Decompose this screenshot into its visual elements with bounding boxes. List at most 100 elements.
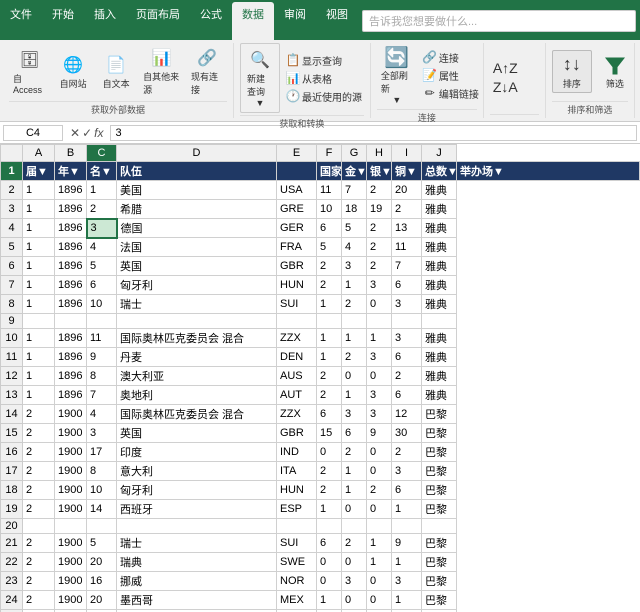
- table-cell[interactable]: 13: [392, 219, 422, 238]
- table-cell[interactable]: 2: [367, 219, 392, 238]
- table-cell[interactable]: 2: [317, 257, 342, 276]
- table-cell[interactable]: 匈牙利: [117, 481, 277, 500]
- table-cell[interactable]: 18: [342, 200, 367, 219]
- table-cell[interactable]: 巴黎: [422, 591, 457, 610]
- table-cell[interactable]: 雅典: [422, 348, 457, 367]
- table-cell[interactable]: 雅典: [422, 257, 457, 276]
- table-cell[interactable]: 1900: [55, 553, 87, 572]
- table-cell[interactable]: 2: [23, 443, 55, 462]
- table-cell[interactable]: 法国: [117, 238, 277, 257]
- btn-connections[interactable]: 🔗 连接: [420, 49, 482, 66]
- btn-sort-az[interactable]: A↑Z: [490, 59, 521, 77]
- table-cell[interactable]: 1896: [55, 200, 87, 219]
- table-cell[interactable]: 1: [23, 257, 55, 276]
- table-cell[interactable]: ITA: [277, 462, 317, 481]
- table-cell[interactable]: 0: [367, 572, 392, 591]
- table-cell[interactable]: 3: [367, 276, 392, 295]
- table-cell[interactable]: 巴黎: [422, 462, 457, 481]
- table-cell[interactable]: 1: [23, 348, 55, 367]
- table-cell[interactable]: 2: [342, 443, 367, 462]
- table-cell[interactable]: 雅典: [422, 200, 457, 219]
- col-header-a[interactable]: A: [23, 145, 55, 162]
- table-cell[interactable]: 4: [342, 238, 367, 257]
- table-cell[interactable]: 9: [392, 534, 422, 553]
- table-cell[interactable]: 1: [317, 591, 342, 610]
- tab-start[interactable]: 开始: [42, 2, 84, 40]
- table-cell[interactable]: 1: [317, 329, 342, 348]
- table-cell[interactable]: 4: [87, 238, 117, 257]
- table-cell[interactable]: 1900: [55, 500, 87, 519]
- table-cell[interactable]: 国际奥林匹克委员会 混合: [117, 405, 277, 424]
- table-cell[interactable]: 瑞士: [117, 295, 277, 314]
- table-cell[interactable]: [23, 519, 55, 534]
- table-cell[interactable]: 2: [342, 534, 367, 553]
- help-search[interactable]: 告诉我您想要做什么...: [362, 10, 636, 32]
- table-cell[interactable]: 30: [392, 424, 422, 443]
- table-cell[interactable]: FRA: [277, 238, 317, 257]
- btn-web[interactable]: 🌐 自网站: [53, 51, 93, 92]
- table-cell[interactable]: 希腊: [117, 200, 277, 219]
- col-header-c[interactable]: C: [87, 145, 117, 162]
- table-cell[interactable]: [117, 519, 277, 534]
- table-cell[interactable]: 6: [317, 405, 342, 424]
- btn-from-table[interactable]: 📊 从表格: [283, 70, 365, 87]
- table-cell[interactable]: [367, 314, 392, 329]
- table-cell[interactable]: NOR: [277, 572, 317, 591]
- table-cell[interactable]: 匈牙利: [117, 276, 277, 295]
- table-cell[interactable]: 美国: [117, 181, 277, 200]
- btn-refresh-all[interactable]: 🔄 全部刷新 ▼: [377, 43, 417, 107]
- col-header-b[interactable]: B: [55, 145, 87, 162]
- table-cell[interactable]: 1900: [55, 481, 87, 500]
- table-cell[interactable]: 1900: [55, 424, 87, 443]
- table-cell[interactable]: 2: [367, 481, 392, 500]
- cancel-formula-icon[interactable]: ✕: [70, 126, 80, 140]
- table-cell[interactable]: 17: [87, 443, 117, 462]
- table-cell[interactable]: 9: [367, 424, 392, 443]
- table-cell[interactable]: 10: [87, 481, 117, 500]
- table-cell[interactable]: 1: [317, 500, 342, 519]
- btn-show-query[interactable]: 📋 显示查询: [283, 52, 365, 69]
- table-cell[interactable]: 挪威: [117, 572, 277, 591]
- table-cell[interactable]: HUN: [277, 481, 317, 500]
- table-cell[interactable]: 3: [392, 462, 422, 481]
- table-cell[interactable]: 印度: [117, 443, 277, 462]
- table-cell[interactable]: 雅典: [422, 181, 457, 200]
- table-cell[interactable]: 3: [392, 572, 422, 591]
- confirm-formula-icon[interactable]: ✓: [82, 126, 92, 140]
- header-cell-10[interactable]: 举办场▼: [457, 162, 640, 181]
- tab-page-layout[interactable]: 页面布局: [126, 2, 190, 40]
- col-header-h[interactable]: H: [367, 145, 392, 162]
- table-cell[interactable]: IND: [277, 443, 317, 462]
- table-cell[interactable]: 3: [367, 348, 392, 367]
- table-cell[interactable]: 巴黎: [422, 572, 457, 591]
- table-cell[interactable]: 1900: [55, 534, 87, 553]
- table-cell[interactable]: 5: [87, 257, 117, 276]
- table-cell[interactable]: 2: [317, 481, 342, 500]
- tab-data[interactable]: 数据: [232, 2, 274, 40]
- table-cell[interactable]: 雅典: [422, 329, 457, 348]
- table-cell[interactable]: 2: [317, 386, 342, 405]
- table-cell[interactable]: 1: [23, 238, 55, 257]
- table-cell[interactable]: [422, 519, 457, 534]
- table-cell[interactable]: 0: [367, 295, 392, 314]
- table-cell[interactable]: [317, 314, 342, 329]
- table-cell[interactable]: 0: [367, 591, 392, 610]
- tab-insert[interactable]: 插入: [84, 2, 126, 40]
- table-cell[interactable]: 1896: [55, 276, 87, 295]
- table-cell[interactable]: 20: [87, 553, 117, 572]
- table-cell[interactable]: [55, 314, 87, 329]
- table-cell[interactable]: 1: [317, 295, 342, 314]
- table-cell[interactable]: 6: [342, 424, 367, 443]
- btn-existing-connections[interactable]: 🔗 现有连接: [187, 44, 227, 98]
- table-cell[interactable]: 1896: [55, 219, 87, 238]
- table-cell[interactable]: 2: [23, 591, 55, 610]
- table-cell[interactable]: 2: [23, 500, 55, 519]
- table-cell[interactable]: 2: [342, 295, 367, 314]
- table-cell[interactable]: 1900: [55, 443, 87, 462]
- header-cell-1[interactable]: 年▼: [55, 162, 87, 181]
- table-cell[interactable]: 西班牙: [117, 500, 277, 519]
- table-cell[interactable]: 巴黎: [422, 500, 457, 519]
- table-cell[interactable]: 0: [367, 443, 392, 462]
- table-cell[interactable]: 巴黎: [422, 405, 457, 424]
- table-cell[interactable]: 3: [367, 405, 392, 424]
